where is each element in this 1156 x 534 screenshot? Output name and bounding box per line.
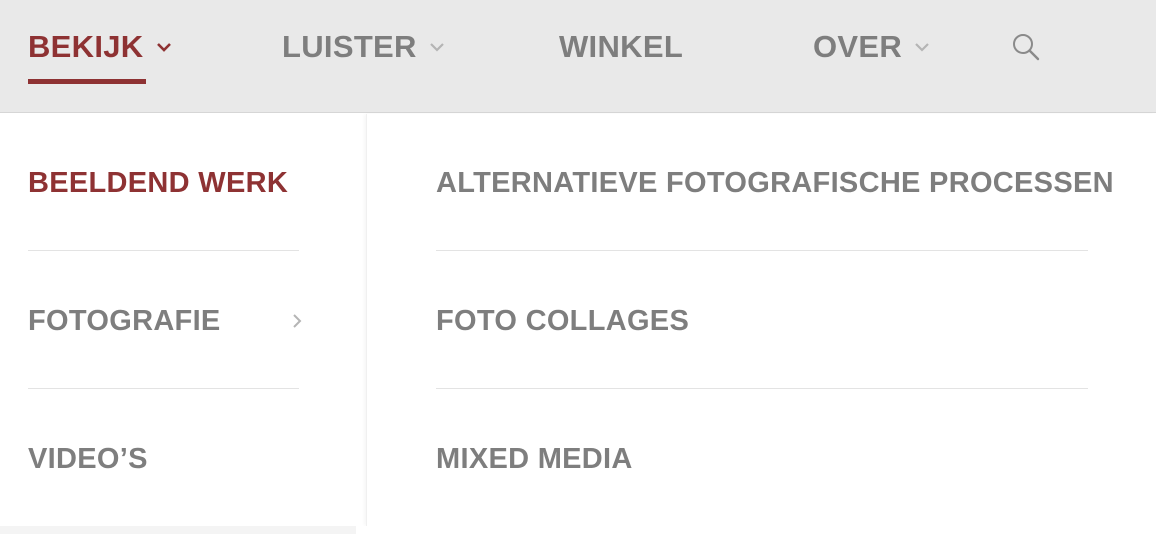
- chevron-down-icon: [156, 43, 171, 52]
- menu-item-label: FOTOGRAFIE: [28, 305, 221, 337]
- menu-item-fotografie[interactable]: FOTOGRAFIE: [28, 303, 221, 339]
- menu-item-label: MIXED MEDIA: [436, 443, 633, 475]
- menu-item-label: VIDEO’S: [28, 443, 148, 475]
- search-icon[interactable]: [1011, 32, 1041, 62]
- chevron-down-icon: [429, 43, 444, 52]
- nav-item-over[interactable]: OVER: [813, 28, 930, 66]
- chevron-down-icon: [915, 43, 929, 52]
- background-strip: [0, 526, 356, 534]
- menu-item-foto-collages[interactable]: FOTO COLLAGES: [436, 303, 689, 339]
- menu-divider: [28, 388, 299, 389]
- menu-item-label: BEELDEND WERK: [28, 167, 289, 199]
- menu-divider: [436, 250, 1088, 251]
- nav-item-luister[interactable]: LUISTER: [282, 28, 445, 66]
- menu-item-beeldend-werk[interactable]: BEELDEND WERK: [28, 165, 288, 201]
- active-nav-indicator: [28, 79, 146, 84]
- menu-item-label: ALTERNATIEVE FOTOGRAFISCHE PROCESSEN: [436, 167, 1114, 199]
- top-navigation-bar: BEKIJK LUISTER WINKEL OVER: [0, 0, 1156, 113]
- chevron-right-icon: [293, 314, 302, 328]
- menu-divider: [436, 388, 1088, 389]
- dropdown-left-column: BEELDEND WERK FOTOGRAFIE VIDEO’S: [0, 114, 366, 526]
- nav-item-label: OVER: [813, 29, 903, 64]
- menu-item-videos[interactable]: VIDEO’S: [28, 441, 148, 477]
- menu-divider: [28, 250, 299, 251]
- menu-item-label: FOTO COLLAGES: [436, 305, 690, 337]
- dropdown-right-column: ALTERNATIEVE FOTOGRAFISCHE PROCESSEN FOT…: [366, 114, 1156, 526]
- nav-item-bekijk[interactable]: BEKIJK: [28, 28, 172, 66]
- nav-item-winkel[interactable]: WINKEL: [559, 28, 683, 66]
- nav-item-label: LUISTER: [282, 29, 417, 64]
- nav-item-label: BEKIJK: [28, 29, 144, 64]
- menu-item-mixed-media[interactable]: MIXED MEDIA: [436, 441, 633, 477]
- menu-item-alternatieve-fotografische-processen[interactable]: ALTERNATIEVE FOTOGRAFISCHE PROCESSEN: [436, 165, 1114, 201]
- page-content-peek: [0, 526, 1156, 534]
- nav-item-label: WINKEL: [559, 29, 684, 64]
